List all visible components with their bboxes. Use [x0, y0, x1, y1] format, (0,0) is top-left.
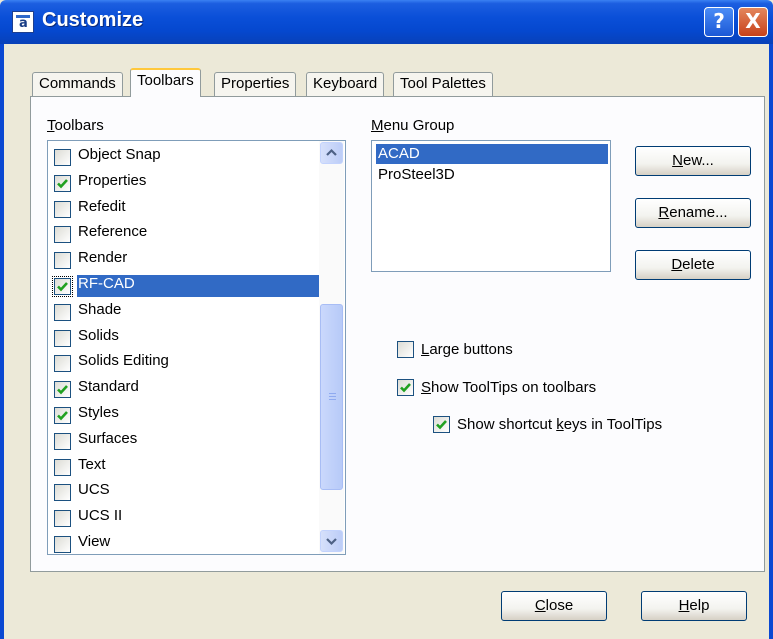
toolbar-checkbox[interactable] [54, 174, 71, 192]
toolbar-item-label: Standard [78, 378, 139, 396]
toolbar-list-item[interactable]: Properties [52, 170, 320, 195]
menu-group-label: Menu Group [371, 117, 455, 134]
toolbar-item-label: Solids [78, 326, 119, 344]
grip-icon [329, 393, 336, 402]
large-buttons-checkbox[interactable] [397, 341, 414, 358]
toolbar-checkbox[interactable] [54, 536, 71, 553]
checkmark-icon [57, 282, 68, 292]
toolbar-list-item[interactable]: View [52, 531, 320, 554]
toolbar-list-item[interactable]: Text [52, 454, 320, 479]
tab-tool-palettes[interactable]: Tool Palettes [393, 72, 493, 96]
toolbar-item-label: Text [78, 455, 106, 473]
toolbars-list[interactable]: Object Snap Properties Refedit Reference Ren… [47, 140, 346, 555]
toolbar-list-item[interactable]: Shade [52, 299, 320, 324]
toolbar-item-label: Styles [78, 404, 119, 421]
show-tooltips-checkbox[interactable] [397, 379, 414, 396]
checkmark-icon [400, 383, 411, 393]
scroll-down-button[interactable] [320, 530, 343, 552]
toolbars-scrollbar[interactable] [319, 141, 344, 554]
toolbar-item-label: Shade [78, 300, 122, 318]
window-border-right [769, 44, 773, 639]
toolbar-checkbox[interactable] [54, 149, 71, 166]
scroll-up-button[interactable] [320, 142, 343, 164]
menu-group-list[interactable]: ACAD ProSteel3D [371, 140, 611, 272]
app-icon [12, 11, 34, 33]
toolbar-checkbox[interactable] [54, 510, 71, 528]
toolbar-checkbox[interactable] [54, 458, 71, 476]
toolbar-list-item[interactable]: Surfaces [52, 428, 320, 453]
toolbar-item-label: Object Snap [78, 146, 161, 163]
toolbar-item-label: Properties [78, 171, 147, 189]
menu-group-item-acad[interactable]: ACAD [376, 144, 608, 164]
toolbars-label: Toolbars [47, 117, 104, 134]
toolbar-item-label: Solids Editing [78, 352, 169, 370]
toolbar-list-item[interactable]: Solids [52, 325, 320, 350]
toolbar-item-label: UCS [78, 481, 110, 499]
close-button[interactable]: Close [501, 591, 607, 621]
delete-button[interactable]: Delete [635, 250, 751, 280]
toolbar-checkbox[interactable] [54, 329, 71, 347]
toolbar-item-label: Reference [78, 223, 148, 241]
toolbar-checkbox[interactable] [54, 303, 71, 321]
tab-toolbars[interactable]: Toolbars [130, 68, 201, 97]
chevron-down-icon [326, 538, 337, 546]
scroll-thumb[interactable] [320, 304, 343, 490]
window-title: Customize [42, 9, 144, 31]
checkmark-icon [436, 420, 447, 430]
checkmark-icon [57, 411, 68, 421]
toolbar-list-item[interactable]: Object Snap [52, 144, 320, 169]
show-tooltips-option[interactable]: Show ToolTips on toolbars [397, 377, 677, 399]
title-bar[interactable]: Customize ? X [0, 0, 773, 44]
toolbar-list-item[interactable]: Reference [52, 221, 320, 246]
toolbar-list-item[interactable]: UCS [52, 479, 320, 504]
toolbar-list-item[interactable]: Refedit [52, 196, 320, 221]
large-buttons-label: Large buttons [421, 341, 513, 358]
tab-keyboard[interactable]: Keyboard [306, 72, 385, 96]
toolbar-list-item[interactable]: Solids Editing [52, 350, 320, 375]
show-shortcut-keys-label: Show shortcut keys in ToolTips [457, 416, 663, 433]
toolbar-item-label: View [78, 533, 111, 550]
toolbar-checkbox[interactable] [54, 381, 71, 399]
show-tooltips-label: Show ToolTips on toolbars [421, 379, 597, 396]
toolbar-checkbox[interactable] [54, 432, 71, 450]
tab-properties[interactable]: Properties [214, 72, 297, 96]
show-shortcut-keys-option[interactable]: Show shortcut keys in ToolTips [433, 414, 723, 436]
toolbar-item-label: Render [78, 249, 128, 267]
menu-group-item-prosteel3d[interactable]: ProSteel3D [376, 165, 608, 185]
help-title-button[interactable]: ? [704, 7, 734, 37]
toolbar-checkbox[interactable] [52, 276, 73, 297]
rename-button[interactable]: Rename... [635, 198, 751, 228]
window-border-left [0, 44, 4, 639]
toolbar-list-item[interactable]: Standard [52, 376, 320, 401]
toolbar-checkbox[interactable] [54, 407, 71, 424]
toolbar-item-label: UCS II [78, 507, 123, 525]
toolbar-checkbox[interactable] [54, 252, 71, 270]
chevron-up-icon [326, 148, 337, 156]
tab-commands[interactable]: Commands [32, 72, 123, 96]
new-button[interactable]: New... [635, 146, 751, 176]
toolbar-item-label: RF-CAD [77, 275, 320, 297]
toolbar-item-label: Refedit [78, 197, 126, 215]
toolbar-list-item[interactable]: UCS II [52, 505, 320, 530]
toolbar-item-label: Surfaces [78, 429, 138, 447]
toolbar-list-item[interactable]: RF-CAD [52, 273, 320, 298]
toolbar-list-item[interactable]: Styles [52, 402, 320, 427]
toolbar-checkbox[interactable] [54, 226, 71, 244]
close-title-button[interactable]: X [738, 7, 768, 37]
large-buttons-option[interactable]: Large buttons [397, 339, 597, 361]
checkmark-icon [57, 385, 68, 395]
toolbar-list-item[interactable]: Render [52, 247, 320, 272]
toolbar-checkbox[interactable] [54, 484, 71, 502]
toolbar-checkbox[interactable] [54, 355, 71, 373]
checkmark-icon [57, 178, 68, 189]
toolbar-checkbox[interactable] [54, 200, 71, 218]
help-button[interactable]: Help [641, 591, 747, 621]
show-shortcut-keys-checkbox[interactable] [433, 416, 450, 433]
